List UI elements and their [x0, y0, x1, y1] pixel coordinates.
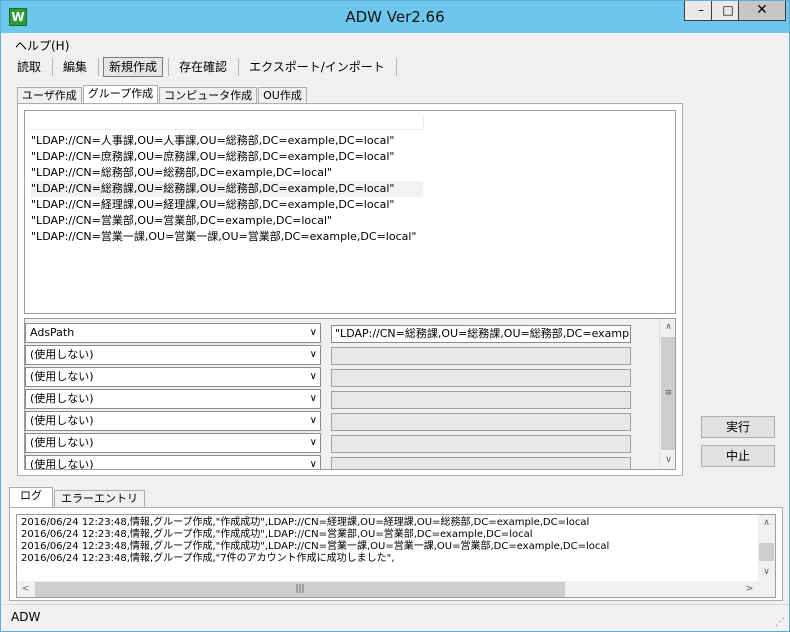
chevron-down-icon: ∨	[309, 327, 317, 338]
attribute-select[interactable]: AdsPath ∨	[25, 323, 321, 343]
thumb-grip-icon: ≡	[664, 388, 673, 398]
mapping-row: AdsPath ∨ "LDAP://CN=総務課,OU=総務課,OU=総務部,DC…	[25, 323, 659, 345]
resize-grip-icon[interactable]: ⋰	[775, 617, 785, 628]
scroll-up-icon[interactable]: ∧	[660, 319, 675, 336]
scroll-down-icon[interactable]: ∨	[660, 452, 675, 469]
mapping-row: (使用しない) ∨	[25, 389, 659, 411]
scroll-down-icon[interactable]: ∨	[758, 564, 775, 581]
log-line: 2016/06/24 12:23:48,情報,グループ作成,"作成成功",LDA…	[21, 541, 610, 552]
attribute-select-value: AdsPath	[30, 326, 75, 339]
attribute-value-field[interactable]	[331, 347, 631, 365]
scrollbar-corner	[758, 581, 775, 597]
attribute-value-field[interactable]	[331, 413, 631, 431]
list-item[interactable]: "LDAP://CN=庶務課,OU=庶務課,OU=総務部,DC=example,…	[31, 149, 394, 165]
attribute-mapping-panel: AdsPath ∨ "LDAP://CN=総務課,OU=総務課,OU=総務部,DC…	[24, 318, 676, 470]
log-vertical-scrollbar[interactable]: ∧ ∨	[758, 515, 775, 581]
tab-group-create[interactable]: グループ作成	[82, 85, 159, 104]
log-line: 2016/06/24 12:23:48,情報,グループ作成,"作成成功",LDA…	[21, 529, 533, 540]
mapping-row: (使用しない) ∨	[25, 411, 659, 433]
attribute-select-value: (使用しない)	[30, 348, 94, 361]
chevron-down-icon: ∨	[309, 349, 317, 360]
scroll-right-icon[interactable]: >	[741, 581, 758, 597]
attribute-select-value: (使用しない)	[30, 414, 94, 427]
toolbar-separator	[395, 58, 397, 76]
attribute-select-value: (使用しない)	[30, 392, 94, 405]
group-create-panel: "LDAP://CN=人事課,OU=人事課,OU=総務部,DC=example,…	[17, 103, 683, 476]
tab-user-create[interactable]: ユーザ作成	[17, 87, 82, 104]
attribute-value-field[interactable]	[331, 369, 631, 387]
attribute-select-value: (使用しない)	[30, 458, 94, 470]
list-item[interactable]: "LDAP://CN=人事課,OU=人事課,OU=総務部,DC=example,…	[31, 133, 394, 149]
toolbar-separator	[238, 58, 240, 76]
toolbar-new-button[interactable]: 新規作成	[103, 57, 164, 77]
execute-button[interactable]: 実行	[701, 416, 775, 438]
log-line: 2016/06/24 12:23:48,情報,グループ作成,"作成成功",LDA…	[21, 517, 590, 528]
thumb-grip-icon: |||	[295, 584, 305, 594]
list-header	[29, 115, 423, 130]
toolbar-edit-button[interactable]: 編集	[57, 57, 93, 77]
log-textbox[interactable]: 2016/06/24 12:23:48,情報,グループ作成,"作成成功",LDA…	[16, 514, 776, 598]
menu-bar: ヘルプ(H)	[15, 37, 69, 54]
toolbar-read-button[interactable]: 読取	[11, 57, 47, 77]
attribute-select[interactable]: (使用しない) ∨	[25, 367, 321, 387]
app-window: W ADW Ver2.66 – □ ✕ ヘルプ(H) 読取 編集 新規作成 存在…	[0, 0, 790, 632]
attribute-select[interactable]: (使用しない) ∨	[25, 455, 321, 470]
toolbar-export-import-button[interactable]: エクスポート/インポート	[243, 57, 391, 77]
attribute-select[interactable]: (使用しない) ∨	[25, 433, 321, 453]
list-item-selected[interactable]: "LDAP://CN=総務課,OU=総務課,OU=総務部,DC=example,…	[31, 181, 423, 197]
chevron-down-icon: ∨	[309, 459, 317, 470]
toolbar-separator	[52, 58, 54, 76]
toolbar-exists-check-button[interactable]: 存在確認	[173, 57, 233, 77]
window-title: ADW Ver2.66	[345, 8, 445, 26]
attribute-select[interactable]: (使用しない) ∨	[25, 389, 321, 409]
list-item[interactable]: "LDAP://CN=経理課,OU=経理課,OU=総務部,DC=example,…	[31, 197, 394, 213]
toolbar-separator	[98, 58, 100, 76]
attribute-value-field[interactable]: "LDAP://CN=総務課,OU=総務課,OU=総務部,DC=example,	[331, 325, 631, 343]
status-bar: ADW ⋰	[1, 604, 789, 631]
chevron-down-icon: ∨	[309, 393, 317, 404]
log-line: 2016/06/24 12:23:48,情報,グループ作成,"7件のアカウント作…	[21, 553, 395, 564]
scrollbar-thumb[interactable]: ≡	[661, 337, 675, 450]
stop-button[interactable]: 中止	[701, 445, 775, 467]
menu-help[interactable]: ヘルプ(H)	[15, 39, 69, 53]
list-item[interactable]: "LDAP://CN=総務部,OU=総務部,DC=example,DC=loca…	[31, 165, 332, 181]
mapping-row: (使用しない) ∨	[25, 367, 659, 389]
log-horizontal-scrollbar[interactable]: < ||| >	[17, 581, 758, 597]
log-panel: 2016/06/24 12:23:48,情報,グループ作成,"作成成功",LDA…	[9, 507, 783, 601]
title-bar[interactable]: W ADW Ver2.66 – □ ✕	[1, 1, 789, 33]
tab-error-entry[interactable]: エラーエントリ	[54, 490, 145, 507]
attribute-value-field[interactable]	[331, 435, 631, 453]
list-item[interactable]: "LDAP://CN=営業一課,OU=営業一課,OU=営業部,DC=exampl…	[31, 229, 416, 245]
scrollbar-thumb[interactable]	[759, 543, 774, 561]
attribute-value-field[interactable]	[331, 391, 631, 409]
scroll-left-icon[interactable]: <	[17, 581, 34, 597]
mapping-row: (使用しない) ∨	[25, 345, 659, 367]
toolbar: 読取 編集 新規作成 存在確認 エクスポート/インポート	[11, 56, 401, 78]
tab-ou-create[interactable]: OU作成	[258, 87, 307, 104]
chevron-down-icon: ∨	[309, 371, 317, 382]
create-tabs: ユーザ作成 グループ作成 コンピュータ作成 OU作成	[17, 85, 308, 104]
scroll-up-icon[interactable]: ∧	[758, 515, 775, 532]
list-item[interactable]: "LDAP://CN=営業部,OU=営業部,DC=example,DC=loca…	[31, 213, 332, 229]
mapping-row: (使用しない) ∨	[25, 433, 659, 455]
attribute-select[interactable]: (使用しない) ∨	[25, 411, 321, 431]
tab-log[interactable]: ログ	[9, 487, 53, 507]
attribute-select-value: (使用しない)	[30, 436, 94, 449]
tab-computer-create[interactable]: コンピュータ作成	[159, 87, 258, 104]
toolbar-separator	[168, 58, 170, 76]
chevron-down-icon: ∨	[309, 415, 317, 426]
attribute-value-field[interactable]	[331, 457, 631, 469]
list-header-divider	[423, 115, 424, 129]
scrollbar-thumb[interactable]: |||	[35, 582, 565, 597]
status-text: ADW	[11, 610, 41, 624]
mapping-scrollbar[interactable]: ∧ ≡ ∨	[659, 319, 675, 469]
attribute-select[interactable]: (使用しない) ∨	[25, 345, 321, 365]
ldap-list[interactable]: "LDAP://CN=人事課,OU=人事課,OU=総務部,DC=example,…	[24, 110, 676, 314]
mapping-row: (使用しない) ∨	[25, 455, 659, 470]
attribute-select-value: (使用しない)	[30, 370, 94, 383]
chevron-down-icon: ∨	[309, 437, 317, 448]
close-button[interactable]: ✕	[738, 1, 786, 21]
log-tabs: ログ エラーエントリ	[9, 487, 146, 507]
